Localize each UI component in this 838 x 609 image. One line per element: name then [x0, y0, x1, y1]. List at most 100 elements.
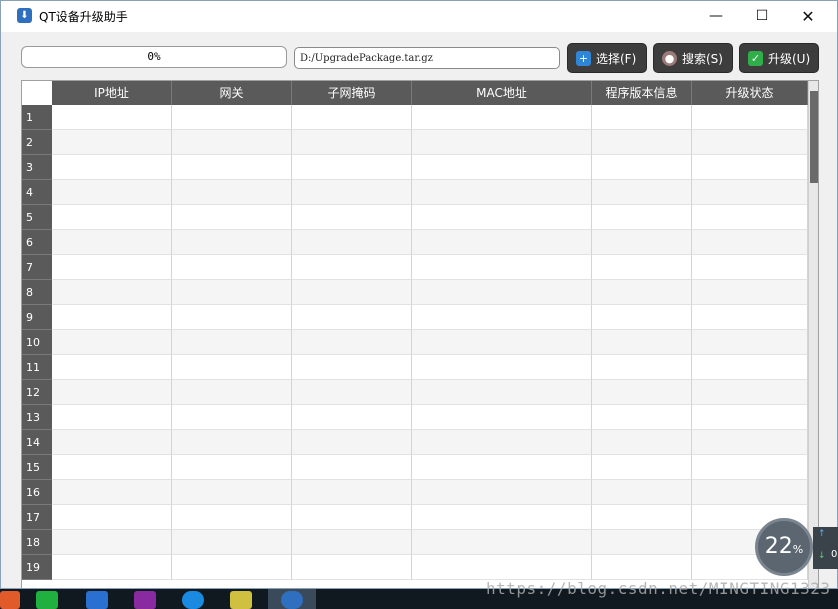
- maximize-button[interactable]: ☐: [739, 1, 785, 32]
- table-cell[interactable]: [692, 180, 808, 205]
- table-cell[interactable]: [172, 530, 292, 555]
- table-cell[interactable]: [592, 380, 692, 405]
- table-row[interactable]: 14: [22, 430, 808, 455]
- table-row[interactable]: 4: [22, 180, 808, 205]
- table-cell[interactable]: [292, 230, 412, 255]
- table-cell[interactable]: [172, 430, 292, 455]
- table-cell[interactable]: [412, 280, 592, 305]
- table-cell[interactable]: [692, 455, 808, 480]
- table-cell[interactable]: [692, 280, 808, 305]
- scrollbar-thumb[interactable]: [810, 91, 818, 183]
- table-cell[interactable]: [412, 555, 592, 580]
- column-header-mac[interactable]: MAC地址: [412, 81, 592, 105]
- table-cell[interactable]: [692, 480, 808, 505]
- row-header[interactable]: 1: [22, 105, 52, 130]
- table-cell[interactable]: [412, 130, 592, 155]
- table-cell[interactable]: [172, 105, 292, 130]
- table-cell[interactable]: [172, 155, 292, 180]
- table-cell[interactable]: [172, 505, 292, 530]
- table-cell[interactable]: [592, 480, 692, 505]
- table-cell[interactable]: [52, 330, 172, 355]
- table-cell[interactable]: [412, 380, 592, 405]
- table-cell[interactable]: [592, 230, 692, 255]
- row-header[interactable]: 5: [22, 205, 52, 230]
- table-cell[interactable]: [292, 480, 412, 505]
- table-cell[interactable]: [592, 355, 692, 380]
- row-header[interactable]: 15: [22, 455, 52, 480]
- table-cell[interactable]: [592, 205, 692, 230]
- table-cell[interactable]: [52, 305, 172, 330]
- table-row[interactable]: 7: [22, 255, 808, 280]
- table-row[interactable]: 1: [22, 105, 808, 130]
- taskbar-app-icon[interactable]: [230, 591, 252, 609]
- table-cell[interactable]: [52, 405, 172, 430]
- table-cell[interactable]: [292, 305, 412, 330]
- row-header[interactable]: 3: [22, 155, 52, 180]
- table-cell[interactable]: [592, 280, 692, 305]
- column-header-status[interactable]: 升级状态: [692, 81, 808, 105]
- table-cell[interactable]: [292, 455, 412, 480]
- table-cell[interactable]: [592, 555, 692, 580]
- table-cell[interactable]: [172, 380, 292, 405]
- column-header-version[interactable]: 程序版本信息: [592, 81, 692, 105]
- row-header[interactable]: 14: [22, 430, 52, 455]
- table-cell[interactable]: [172, 230, 292, 255]
- taskbar-app-icon[interactable]: [86, 591, 108, 609]
- table-cell[interactable]: [592, 455, 692, 480]
- table-cell[interactable]: [412, 530, 592, 555]
- table-cell[interactable]: [692, 405, 808, 430]
- table-cell[interactable]: [52, 230, 172, 255]
- search-devices-button[interactable]: ● 搜索(S): [653, 43, 733, 73]
- table-row[interactable]: 3: [22, 155, 808, 180]
- table-cell[interactable]: [592, 130, 692, 155]
- table-cell[interactable]: [52, 555, 172, 580]
- taskbar-app-icon[interactable]: [182, 591, 204, 609]
- table-cell[interactable]: [412, 305, 592, 330]
- table-cell[interactable]: [412, 355, 592, 380]
- row-header[interactable]: 18: [22, 530, 52, 555]
- table-cell[interactable]: [52, 505, 172, 530]
- table-cell[interactable]: [172, 130, 292, 155]
- table-cell[interactable]: [692, 205, 808, 230]
- table-cell[interactable]: [52, 380, 172, 405]
- table-cell[interactable]: [412, 155, 592, 180]
- table-row[interactable]: 2: [22, 130, 808, 155]
- table-cell[interactable]: [592, 505, 692, 530]
- table-cell[interactable]: [52, 480, 172, 505]
- table-row[interactable]: 17: [22, 505, 808, 530]
- table-cell[interactable]: [292, 180, 412, 205]
- taskbar-upgrade-app-icon[interactable]: [281, 591, 303, 609]
- table-cell[interactable]: [292, 330, 412, 355]
- table-cell[interactable]: [52, 430, 172, 455]
- table-cell[interactable]: [172, 405, 292, 430]
- row-header[interactable]: 8: [22, 280, 52, 305]
- table-cell[interactable]: [172, 305, 292, 330]
- row-header[interactable]: 17: [22, 505, 52, 530]
- table-cell[interactable]: [292, 430, 412, 455]
- table-cell[interactable]: [692, 330, 808, 355]
- table-cell[interactable]: [292, 255, 412, 280]
- column-header-subnet-mask[interactable]: 子网掩码: [292, 81, 412, 105]
- table-row[interactable]: 8: [22, 280, 808, 305]
- table-cell[interactable]: [52, 530, 172, 555]
- table-cell[interactable]: [412, 230, 592, 255]
- row-header[interactable]: 2: [22, 130, 52, 155]
- table-row[interactable]: 12: [22, 380, 808, 405]
- table-cell[interactable]: [692, 130, 808, 155]
- table-cell[interactable]: [52, 155, 172, 180]
- column-header-gateway[interactable]: 网关: [172, 81, 292, 105]
- row-header[interactable]: 10: [22, 330, 52, 355]
- taskbar-app-icon[interactable]: [0, 591, 20, 609]
- row-header[interactable]: 11: [22, 355, 52, 380]
- table-cell[interactable]: [412, 505, 592, 530]
- table-cell[interactable]: [172, 355, 292, 380]
- table-cell[interactable]: [692, 355, 808, 380]
- table-cell[interactable]: [52, 105, 172, 130]
- table-cell[interactable]: [592, 305, 692, 330]
- table-cell[interactable]: [52, 205, 172, 230]
- table-cell[interactable]: [292, 155, 412, 180]
- row-header[interactable]: 9: [22, 305, 52, 330]
- table-cell[interactable]: [52, 355, 172, 380]
- table-cell[interactable]: [592, 255, 692, 280]
- table-cell[interactable]: [292, 280, 412, 305]
